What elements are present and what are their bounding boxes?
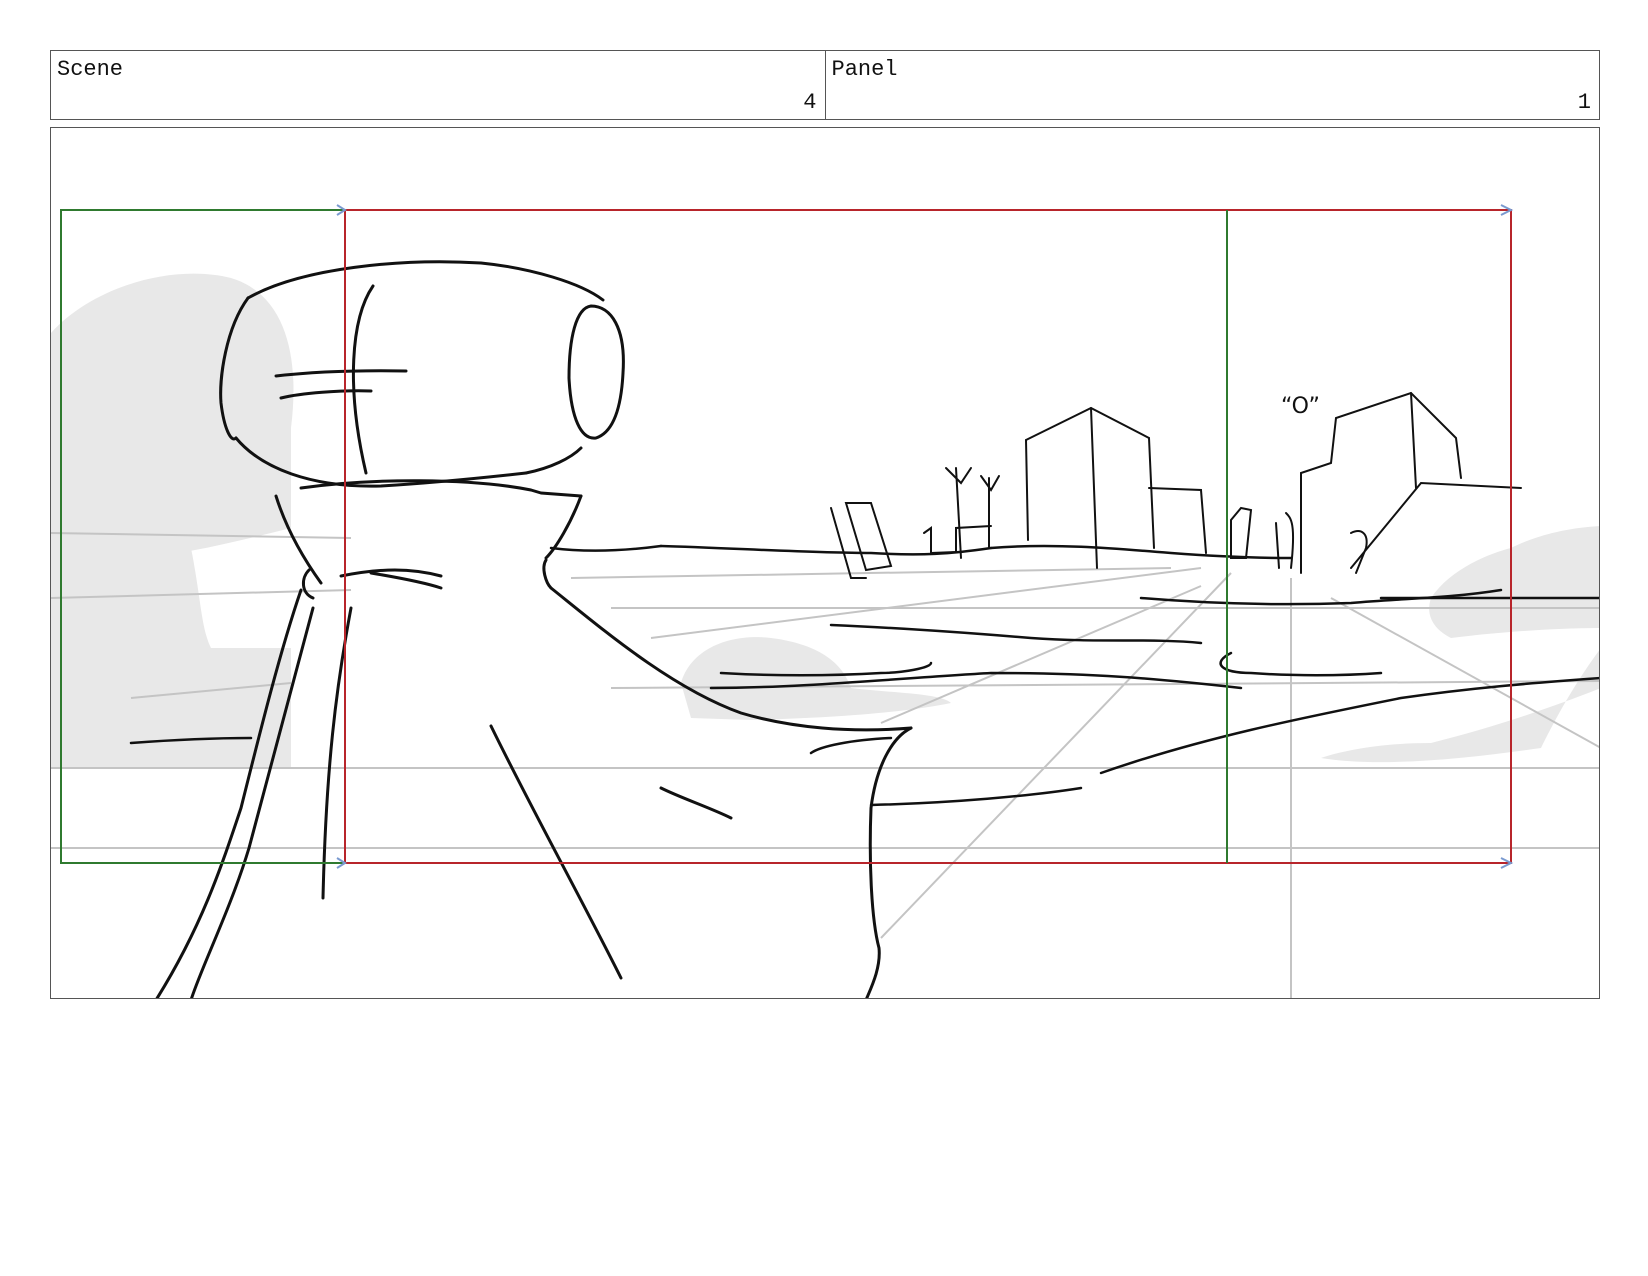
- storyboard-header: Scene 4 Panel 1: [50, 50, 1600, 120]
- storyboard-panel: “O”: [50, 127, 1600, 999]
- panel-label: Panel: [831, 57, 898, 82]
- landscape-lines: [129, 544, 1599, 807]
- scene-cell: Scene 4: [51, 51, 825, 119]
- scene-number: 4: [803, 90, 817, 115]
- sketch-drawing: “O”: [51, 204, 1599, 998]
- scene-label: Scene: [57, 57, 124, 82]
- panel-number: 1: [1577, 90, 1591, 115]
- speech-doodle: “O”: [1281, 394, 1320, 419]
- panel-cell: Panel 1: [824, 51, 1600, 119]
- city-sketch: [830, 391, 1522, 579]
- frame-red: [344, 209, 1512, 864]
- shadow-fills: [51, 273, 1599, 768]
